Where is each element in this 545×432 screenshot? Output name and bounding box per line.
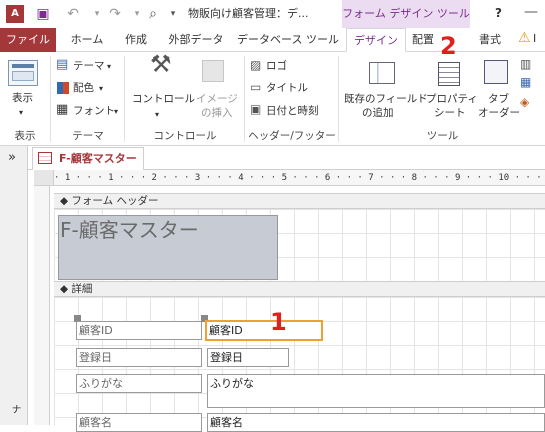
insert-image-icon [202,60,224,82]
save-icon[interactable]: ▣ [34,5,52,23]
field-label[interactable]: 顧客名 [76,413,202,432]
form-view-icon[interactable] [8,60,38,86]
tab-order-label: オーダー [478,107,520,119]
vertical-ruler[interactable] [34,186,50,425]
tab-order-button[interactable]: タブ [488,93,509,106]
convert-macro-icon[interactable]: ◈ [520,96,529,109]
ruler-corner[interactable] [34,170,54,186]
detail-label: 詳細 [71,283,93,295]
field-control[interactable]: 顧客名 [207,413,545,432]
context-tab-label: フォーム デザイン ツール [342,7,470,20]
tab-home[interactable]: ホーム [60,28,114,52]
group-divider [50,56,51,142]
field-control[interactable]: 登録日 [207,348,289,367]
field-label[interactable]: 登録日 [76,348,202,367]
font-dropdown-icon[interactable]: ▾ [114,105,118,118]
nav-pane-toggle[interactable]: » [8,150,16,165]
group-divider [124,56,125,142]
theme-button[interactable]: テーマ [73,60,105,73]
group-view: 表示 [14,130,36,142]
insert-image-button[interactable]: イメージ [196,93,238,106]
tab-external-data[interactable]: 外部データ [160,28,232,52]
add-existing-fields-label: の追加 [362,107,394,119]
color-dropdown-icon[interactable]: ▾ [99,82,103,95]
field-control-selected[interactable]: 顧客ID [205,320,323,341]
controls-button[interactable]: コントロール [132,93,195,106]
group-divider [244,56,245,142]
add-existing-fields-button[interactable]: 既存のフィールド [344,93,428,106]
warning-icon: ⚠ [518,30,531,46]
form-icon [38,152,52,164]
tab-format[interactable]: 書式 [470,28,510,52]
view-button[interactable]: 表示 [12,92,33,105]
property-sheet-label: シート [434,107,466,119]
tell-me-truncated[interactable]: I [533,32,536,45]
print-preview-icon[interactable]: ⌕ [144,5,162,23]
datetime-button[interactable]: 日付と時刻 [266,105,319,118]
color-button[interactable]: 配色 [73,82,94,95]
undo-dropdown-icon[interactable]: ▾ [88,5,106,23]
section-arrow-icon: ◆ [60,283,69,295]
navigation-pane [0,146,28,425]
datetime-icon: ▣ [250,102,262,116]
font-icon: ▦ [56,102,69,117]
access-logo-icon: A [6,5,24,23]
detail-section-bar[interactable]: ◆ 詳細 [54,281,545,297]
insert-image-label: の挿入 [201,107,233,119]
property-sheet-icon [438,62,460,86]
minimize-icon[interactable]: — [524,4,538,20]
group-theme: テーマ [72,130,104,142]
add-existing-fields-icon [369,62,395,84]
annotation-1: 1 [270,308,287,336]
group-divider [338,56,339,142]
tab-file[interactable]: ファイル [0,28,56,52]
form-header-section-bar[interactable]: ◆ フォーム ヘッダー [54,193,545,209]
subform-icon[interactable]: ▥ [520,58,531,71]
group-controls: コントロール [153,130,217,142]
customize-qat-icon[interactable]: ▾ [164,5,182,23]
section-arrow-icon: ◆ [60,195,69,207]
property-sheet-button[interactable]: プロパティ [426,93,478,106]
theme-icon: ▤ [56,57,69,72]
nav-pane-vertical-label[interactable]: ナ [6,404,22,414]
theme-dropdown-icon[interactable]: ▾ [107,60,111,73]
field-control[interactable]: ふりがな [207,374,545,408]
controls-icon: ⚒ [150,50,172,78]
help-button[interactable]: ? [495,6,502,20]
tab-order-icon [484,60,508,84]
group-header-footer: ヘッダー/フッター [248,130,336,142]
group-tools: ツール [426,130,459,142]
title-button[interactable]: タイトル [266,82,308,95]
form-header-title: F-顧客マスター [60,218,199,242]
code-icon[interactable]: ▦ [520,76,531,89]
tab-design[interactable]: デザイン [346,28,406,52]
window-title: 物販向け顧客管理：デ... [188,7,309,20]
controls-dropdown-icon[interactable]: ▾ [155,108,159,121]
annotation-2: 2 [440,32,457,60]
logo-icon: ▨ [250,58,262,72]
title-icon: ▭ [250,80,262,94]
field-label[interactable]: 顧客ID [76,321,202,340]
color-palette-icon [57,82,69,94]
undo-icon[interactable]: ↶ [64,5,82,23]
tab-arrange[interactable]: 配置 [412,28,442,52]
view-dropdown-icon[interactable]: ▾ [19,106,23,119]
field-label[interactable]: ふりがな [76,374,202,393]
tab-create[interactable]: 作成 [116,28,156,52]
logo-button[interactable]: ロゴ [266,60,287,73]
font-button[interactable]: フォント [73,105,115,118]
redo-icon[interactable]: ↷ [106,5,124,23]
form-header-label: フォーム ヘッダー [71,195,159,207]
tab-database-tools[interactable]: データベース ツール [236,28,340,52]
horizontal-ruler[interactable]: · 1 · · · 1 · · · 2 · · · 3 · · · 4 · · … [54,170,545,186]
